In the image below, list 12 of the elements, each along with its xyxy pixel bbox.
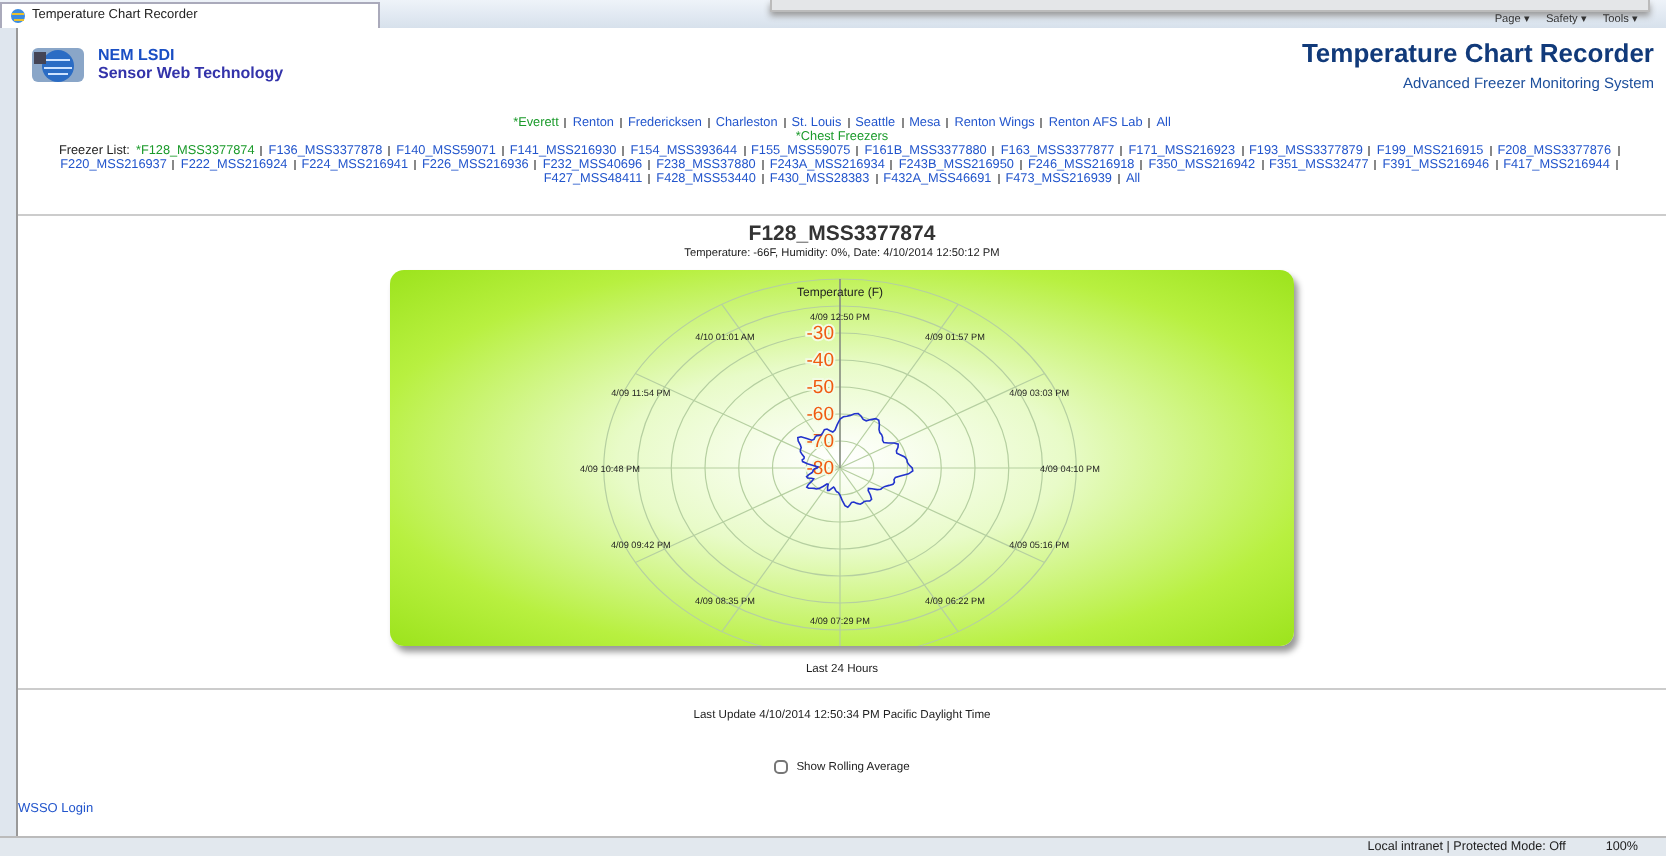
axis-label: -60 bbox=[806, 404, 834, 427]
rolling-average-checkbox[interactable] bbox=[774, 760, 789, 775]
axis-label: -30 bbox=[806, 323, 834, 346]
chart-heading: F128_MSS3377874 bbox=[748, 224, 936, 246]
axis-label: -70 bbox=[806, 431, 834, 454]
axis-label: -40 bbox=[806, 350, 834, 373]
page-icon bbox=[10, 7, 26, 23]
logo-icon bbox=[30, 42, 90, 86]
axis-label: -50 bbox=[806, 377, 834, 400]
brand-tagline: Sensor Web Technology bbox=[98, 64, 284, 82]
brand-name: NEM LSDI bbox=[98, 46, 177, 64]
app-title: Temperature Chart Recorder bbox=[1301, 35, 1654, 72]
